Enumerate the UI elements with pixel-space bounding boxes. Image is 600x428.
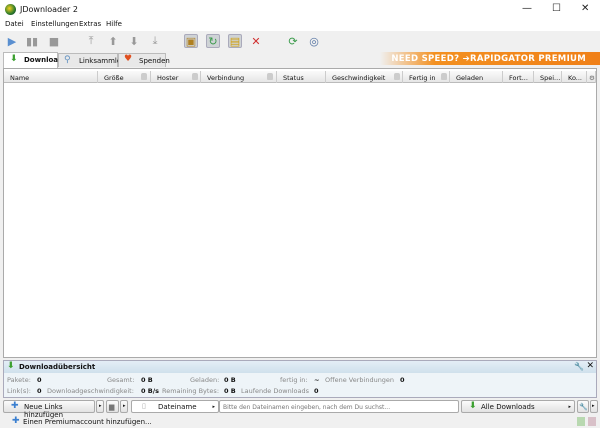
plus-icon: ✚ bbox=[12, 416, 20, 426]
eta-label: fertig in: bbox=[280, 376, 308, 384]
move-down-icon[interactable]: ⬇ bbox=[127, 34, 141, 48]
packages-value: 0 bbox=[37, 376, 42, 384]
eta-value: ~ bbox=[314, 376, 320, 384]
total-value: 0 B bbox=[141, 376, 153, 384]
column-connection[interactable]: Verbindung bbox=[201, 71, 277, 83]
premium-icon[interactable]: ▤ bbox=[228, 34, 242, 48]
settings-tools-icon[interactable]: 🔧 bbox=[577, 400, 589, 413]
pause-icon[interactable]: ▮▮ bbox=[25, 34, 39, 48]
lock-icon[interactable] bbox=[394, 73, 400, 80]
tools-dropdown[interactable]: ▸ bbox=[590, 400, 598, 413]
remaining-bytes-label: Remaining Bytes: bbox=[162, 387, 220, 395]
close-panel-icon[interactable]: ✕ bbox=[586, 361, 594, 371]
search-input[interactable] bbox=[219, 400, 459, 413]
open-connections-value: 0 bbox=[400, 376, 405, 384]
column-speed[interactable]: Geschwindigkeit bbox=[326, 71, 403, 83]
menu-datei[interactable]: Datei bbox=[5, 20, 24, 28]
bottom-bar: ✚ Neue Links hinzufügen ▸ ▆ ▸ ▯ Dateiname ▸… bbox=[0, 399, 600, 419]
reconnect-icon[interactable]: ⟳ bbox=[286, 34, 300, 48]
column-save[interactable]: Spei... bbox=[534, 71, 562, 83]
add-premium-account-link[interactable]: Einen Premiumaccount hinzufügen... bbox=[23, 418, 152, 426]
links-value: 0 bbox=[37, 387, 42, 395]
speed-label: Downloadgeschwindigkeit: bbox=[47, 387, 134, 395]
lock-icon[interactable] bbox=[141, 73, 147, 80]
total-label: Gesamt: bbox=[107, 376, 135, 384]
add-links-button[interactable]: ✚ Neue Links hinzufügen bbox=[3, 400, 95, 419]
column-progress[interactable]: Fort... bbox=[503, 71, 534, 83]
open-connections-label: Offene Verbindungen bbox=[325, 376, 395, 384]
rapidgator-banner[interactable]: NEED SPEED? ➔RAPIDGATOR PREMIUM bbox=[380, 52, 600, 65]
clipboard-status-icon[interactable] bbox=[577, 417, 585, 426]
close-button[interactable]: ✕ bbox=[581, 3, 589, 14]
remaining-bytes-value: 0 B bbox=[224, 387, 236, 395]
add-links-dropdown[interactable]: ▸ bbox=[96, 400, 104, 413]
move-top-icon[interactable]: ⤒ bbox=[84, 34, 98, 48]
trash-icon[interactable]: ▆ bbox=[106, 400, 119, 413]
overview-title: Downloadübersicht bbox=[19, 363, 96, 371]
speed-value: 0 B/s bbox=[141, 387, 159, 395]
table-header: Name Größe Hoster Verbindung Status Gesc… bbox=[4, 71, 596, 83]
column-name[interactable]: Name bbox=[4, 71, 98, 83]
loaded-value: 0 B bbox=[224, 376, 236, 384]
silent-mode-icon[interactable]: ✕ bbox=[249, 34, 263, 48]
app-logo-icon bbox=[5, 4, 16, 15]
column-status[interactable]: Status bbox=[277, 71, 326, 83]
running-downloads-label: Laufende Downloads bbox=[241, 387, 310, 395]
reconnect-status-icon[interactable] bbox=[588, 417, 596, 426]
move-bottom-icon[interactable]: ⤓ bbox=[148, 34, 162, 48]
packages-label: Pakete: bbox=[7, 376, 31, 384]
wrench-icon[interactable]: 🔧 bbox=[574, 362, 584, 371]
lock-icon[interactable] bbox=[267, 73, 273, 80]
clipboard-observer-icon[interactable]: ▣ bbox=[184, 34, 198, 48]
menu-hilfe[interactable]: Hilfe bbox=[106, 20, 122, 28]
file-icon: ▯ bbox=[142, 402, 146, 410]
chevron-down-icon: ▸ bbox=[568, 404, 571, 410]
tab-spenden[interactable]: ♥ Spenden bbox=[118, 53, 170, 67]
overview-header: ⬇ Downloadübersicht 🔧 ✕ bbox=[4, 361, 596, 373]
plus-icon: ✚ bbox=[11, 401, 19, 411]
menu-bar: Datei Einstellungen Extras Hilfe bbox=[0, 19, 600, 31]
auto-reconnect-icon[interactable]: ↻ bbox=[206, 34, 220, 48]
title-bar: JDownloader 2 — ☐ ✕ bbox=[0, 0, 600, 20]
menu-extras[interactable]: Extras bbox=[79, 20, 101, 28]
column-comment[interactable]: Ko... bbox=[562, 71, 587, 83]
minimize-button[interactable]: — bbox=[522, 3, 532, 14]
window-title: JDownloader 2 bbox=[20, 5, 78, 14]
loaded-label: Geladen: bbox=[190, 376, 220, 384]
search-type-value: Dateiname bbox=[158, 403, 197, 411]
maximize-button[interactable]: ☐ bbox=[552, 3, 561, 14]
tab-linksammler[interactable]: ⚲ Linksammler bbox=[58, 53, 124, 67]
status-bar: ✚ Einen Premiumaccount hinzufügen... bbox=[0, 415, 600, 428]
filter-select[interactable]: ⬇ Alle Downloads ▸ bbox=[461, 400, 575, 413]
filter-value: Alle Downloads bbox=[481, 403, 535, 411]
tab-label: Spenden bbox=[139, 57, 170, 65]
download-arrow-icon: ⬇ bbox=[7, 361, 15, 371]
move-up-icon[interactable]: ⬆ bbox=[106, 34, 120, 48]
running-downloads-value: 0 bbox=[314, 387, 319, 395]
stop-icon[interactable]: ■ bbox=[47, 34, 61, 48]
lock-icon[interactable] bbox=[441, 73, 447, 80]
chevron-down-icon: ▸ bbox=[212, 404, 215, 410]
download-table: Name Größe Hoster Verbindung Status Gesc… bbox=[3, 68, 597, 358]
links-label: Link(s): bbox=[7, 387, 31, 395]
update-icon[interactable]: ◎ bbox=[307, 34, 321, 48]
download-overview-panel: ⬇ Downloadübersicht 🔧 ✕ Pakete: 0 Gesamt… bbox=[3, 360, 597, 398]
column-settings-gear-icon[interactable]: ⚙ bbox=[587, 71, 596, 83]
menu-einstellungen[interactable]: Einstellungen bbox=[31, 20, 78, 28]
toolbar: ▶ ▮▮ ■ ⤒ ⬆ ⬇ ⤓ ▣ ↻ ▤ ✕ ⟳ ◎ bbox=[0, 31, 600, 52]
tab-download[interactable]: ⬇ Download bbox=[3, 52, 63, 68]
lock-icon[interactable] bbox=[192, 73, 198, 80]
play-icon[interactable]: ▶ bbox=[5, 34, 19, 48]
column-loaded[interactable]: Geladen bbox=[450, 71, 503, 83]
search-type-select[interactable]: ▯ Dateiname ▸ bbox=[131, 400, 219, 413]
download-arrow-icon: ⬇ bbox=[469, 401, 477, 411]
trash-dropdown[interactable]: ▸ bbox=[120, 400, 128, 413]
